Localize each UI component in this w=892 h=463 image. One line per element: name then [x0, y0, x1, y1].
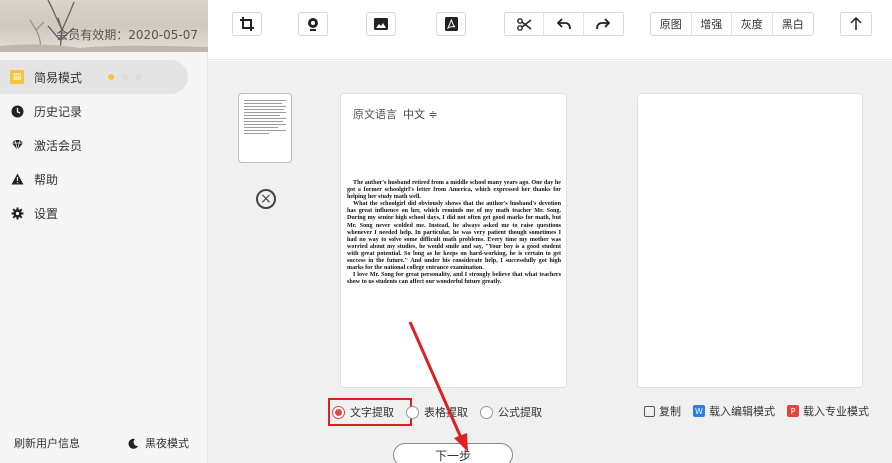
- image-button[interactable]: [366, 12, 396, 36]
- sidebar-item-label: 历史记录: [34, 104, 83, 119]
- radio-button[interactable]: [480, 405, 493, 419]
- upload-button[interactable]: [840, 12, 872, 36]
- option-label: 公式提取: [498, 406, 542, 419]
- pdf-button[interactable]: [436, 12, 466, 36]
- sidebar: 会员有效期：2020-05-07 ▤ 简易模式 历史记录 激活会员 帮助 设置 …: [0, 0, 208, 463]
- option-label: 表格提取: [424, 406, 468, 419]
- diamond-icon: [10, 138, 24, 152]
- page-thumbnail[interactable]: [238, 93, 292, 163]
- result-actions: 复制 W 载入编辑模式 P 载入专业模式: [644, 403, 869, 419]
- mode-indicator: [108, 74, 143, 80]
- document-image: The author's husband retired from a midd…: [347, 180, 561, 286]
- filter-enhance-button[interactable]: 增强: [692, 13, 732, 35]
- language-label: 原文语言: [353, 108, 397, 121]
- document-paragraph: What the schoolgirl did obviously shows …: [347, 201, 561, 272]
- sidebar-item-label: 激活会员: [34, 138, 83, 153]
- filter-bw-button[interactable]: 黑白: [773, 13, 813, 35]
- option-table-extract[interactable]: 表格提取: [406, 404, 468, 420]
- sidebar-item-simple-mode[interactable]: ▤ 简易模式: [0, 60, 188, 94]
- document-paragraph: The author's husband retired from a midd…: [347, 180, 561, 201]
- next-step-button[interactable]: 下一步: [393, 443, 513, 463]
- language-selector[interactable]: 原文语言 中文 ≑: [353, 106, 438, 122]
- image-icon: [374, 18, 388, 30]
- camera-button[interactable]: [298, 12, 328, 36]
- sidebar-banner: 会员有效期：2020-05-07: [0, 0, 208, 52]
- option-text-extract[interactable]: 文字提取: [332, 404, 394, 420]
- filter-grayscale-button[interactable]: 灰度: [732, 13, 773, 35]
- sidebar-footer: 刷新用户信息 黑夜模式: [0, 431, 208, 451]
- undo-icon: [556, 18, 571, 30]
- dark-mode-label: 黑夜模式: [145, 437, 189, 450]
- option-label: 文字提取: [350, 406, 394, 419]
- close-icon: ×: [260, 191, 272, 207]
- refresh-user-info-link[interactable]: 刷新用户信息: [14, 435, 80, 451]
- camera-icon: [308, 18, 318, 31]
- radio-button[interactable]: [406, 405, 419, 419]
- word-icon: W: [693, 405, 705, 417]
- upload-arrow-icon: [850, 17, 862, 30]
- load-editor-mode-button[interactable]: W 载入编辑模式: [693, 403, 775, 419]
- document-icon: ▤: [10, 70, 24, 84]
- document-paragraph: I love Mr. Song for great personality, a…: [347, 272, 561, 286]
- workspace: × 原文语言 中文 ≑ The author's husband retired…: [208, 61, 892, 463]
- copy-label: 复制: [659, 405, 681, 418]
- mode-dot-active: [108, 74, 115, 80]
- radio-button[interactable]: [332, 405, 345, 419]
- redo-icon: [596, 18, 611, 30]
- pdf-icon: [444, 17, 458, 31]
- filter-original-button[interactable]: 原图: [651, 13, 692, 35]
- sidebar-item-label: 帮助: [34, 172, 59, 187]
- edit-tools-group: [504, 12, 624, 36]
- remove-page-button[interactable]: ×: [256, 189, 276, 209]
- extraction-options: 文字提取 表格提取 公式提取: [332, 399, 554, 425]
- image-filter-group: 原图 增强 灰度 黑白: [650, 12, 814, 36]
- language-value: 中文 ≑: [403, 108, 438, 121]
- sidebar-item-help[interactable]: 帮助: [0, 162, 208, 196]
- sidebar-item-history[interactable]: 历史记录: [0, 94, 208, 128]
- copy-icon: [644, 405, 655, 417]
- warning-icon: [10, 172, 24, 186]
- crop-button[interactable]: [232, 12, 262, 36]
- mode-dot: [136, 74, 143, 80]
- source-preview-panel: 原文语言 中文 ≑ The author's husband retired f…: [340, 93, 567, 388]
- load-editor-label: 载入编辑模式: [709, 405, 775, 418]
- sidebar-item-label: 简易模式: [34, 70, 83, 85]
- crop-icon: [240, 17, 254, 31]
- dark-mode-toggle[interactable]: 黑夜模式: [128, 435, 189, 451]
- sidebar-item-label: 设置: [34, 206, 59, 221]
- undo-button[interactable]: [544, 13, 584, 35]
- gear-icon: [10, 206, 24, 220]
- cut-icon: [516, 17, 532, 31]
- clock-icon: [10, 104, 24, 118]
- copy-button[interactable]: 复制: [644, 403, 681, 419]
- load-pro-mode-button[interactable]: P 载入专业模式: [787, 403, 869, 419]
- option-formula-extract[interactable]: 公式提取: [480, 404, 542, 420]
- sidebar-item-settings[interactable]: 设置: [0, 196, 208, 230]
- toolbar: 原图 增强 灰度 黑白: [208, 0, 892, 60]
- result-panel[interactable]: [637, 93, 863, 388]
- cut-button[interactable]: [505, 13, 545, 35]
- pro-icon: P: [787, 405, 799, 417]
- moon-icon: [128, 438, 138, 449]
- load-pro-label: 载入专业模式: [803, 405, 869, 418]
- member-expiry: 会员有效期：2020-05-07: [56, 28, 198, 42]
- sidebar-item-activate-member[interactable]: 激活会员: [0, 128, 208, 162]
- sidebar-nav: ▤ 简易模式 历史记录 激活会员 帮助 设置: [0, 60, 208, 230]
- mode-dot: [122, 74, 129, 80]
- redo-button[interactable]: [584, 13, 623, 35]
